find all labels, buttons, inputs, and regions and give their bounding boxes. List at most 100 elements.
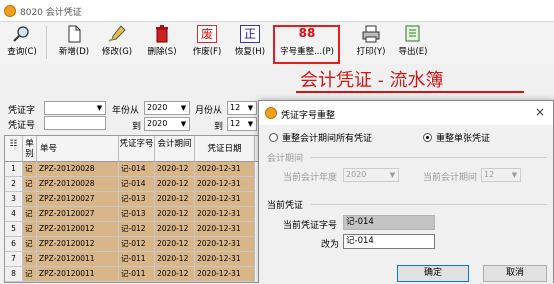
new-document-icon <box>68 25 81 43</box>
table-row[interactable]: 3 记 ZPZ-20120027 记-013 2020-12 2020-12-31 <box>5 192 265 207</box>
table-cell-period: 2020-12 <box>155 207 195 222</box>
grid-menu-icon[interactable]: ☷ <box>5 136 23 162</box>
close-icon[interactable]: × <box>535 105 545 119</box>
edit-button[interactable]: 修改(G) <box>96 24 138 62</box>
radio-all-vouchers[interactable]: 重整会计期间所有凭证 <box>269 131 372 144</box>
window-title: 8020 会计凭证 <box>20 8 82 18</box>
chevron-down-icon: ▼ <box>180 104 187 112</box>
table-cell-word: 记-014 <box>119 177 155 192</box>
table-cell-date: 2020-12-31 <box>195 222 255 237</box>
table-cell-date: 2020-12-31 <box>195 267 255 282</box>
table-row[interactable]: 8 记 ZPZ-20120011 记-011 2020-12 2020-12-31 <box>5 267 265 282</box>
month-from-label: 月份从 <box>195 106 223 116</box>
delete-button[interactable]: 删除(S) <box>141 24 183 62</box>
current-period-label: 当前会计期间 <box>423 173 478 183</box>
table-cell-doc: ZPZ-20120012 <box>37 237 119 252</box>
edit-brush-icon <box>108 25 126 42</box>
table-header: ☷ 单别 单号 凭证字号 会计期间 凭证日期 <box>5 136 265 162</box>
voucher-word-select[interactable]: ▼ <box>44 101 106 115</box>
table-cell-period: 2020-12 <box>155 237 195 252</box>
table-cell-no: 7 <box>5 252 23 267</box>
table-cell-date: 2020-12-31 <box>195 207 255 222</box>
chevron-down-icon: ▼ <box>247 120 254 128</box>
month-to-label: 到 <box>214 122 224 132</box>
table-row[interactable]: 4 记 ZPZ-20120027 记-013 2020-12 2020-12-31 <box>5 207 265 222</box>
current-year-label: 当前会计年度 <box>283 173 338 183</box>
chevron-down-icon: ▼ <box>96 104 103 112</box>
column-header[interactable]: 单号 <box>37 136 119 162</box>
voucher-table: ☷ 单别 单号 凭证字号 会计期间 凭证日期 1 记 ZPZ-20120028 记-0… <box>4 135 266 283</box>
current-period-select[interactable]: 12 ▼ <box>481 168 521 182</box>
renumber-highlight <box>273 25 340 64</box>
cancel-button[interactable]: 取消 <box>483 265 547 282</box>
table-cell-kind: 记 <box>23 252 37 267</box>
column-header[interactable]: 凭证字号 <box>119 136 155 162</box>
ok-button[interactable]: 确定 <box>397 265 469 282</box>
export-button[interactable]: 导出(E) <box>393 24 433 62</box>
table-cell-date: 2020-12-31 <box>195 192 255 207</box>
table-cell-no: 2 <box>5 177 23 192</box>
column-header[interactable]: 会计期间 <box>155 136 195 162</box>
table-cell-word: 记-012 <box>119 222 155 237</box>
print-button[interactable]: 打印(Y) <box>351 24 391 62</box>
year-to-label: 到 <box>132 122 142 132</box>
table-cell-kind: 记 <box>23 237 37 252</box>
table-cell-period: 2020-12 <box>155 267 195 282</box>
dialog-title: 凭证字号重整 <box>281 111 336 121</box>
table-cell-doc: ZPZ-20120028 <box>37 162 119 177</box>
group-divider <box>311 204 547 205</box>
query-button[interactable]: 查询(C) <box>2 24 42 62</box>
table-row[interactable]: 2 记 ZPZ-20120028 记-014 2020-12 2020-12-31 <box>5 177 265 192</box>
table-cell-period: 2020-12 <box>155 222 195 237</box>
table-cell-no: 6 <box>5 237 23 252</box>
table-cell-period: 2020-12 <box>155 252 195 267</box>
table-cell-no: 4 <box>5 207 23 222</box>
table-cell-no: 1 <box>5 162 23 177</box>
current-word-label: 当前凭证字号 <box>283 221 338 231</box>
export-icon <box>405 25 420 42</box>
column-header[interactable]: 单别 <box>23 136 37 162</box>
restore-button[interactable]: 正 恢复(H) <box>229 24 271 62</box>
voucher-group-label: 当前凭证 <box>267 201 304 211</box>
new-button[interactable]: 新增(D) <box>54 24 94 62</box>
voucher-no-input[interactable] <box>44 116 106 130</box>
change-to-input[interactable]: 记-014 <box>343 234 435 249</box>
page-title: 会计凭证 - 流水簿 <box>300 70 444 91</box>
restore-icon: 正 <box>240 25 260 43</box>
change-to-label: 改为 <box>321 240 340 250</box>
table-cell-date: 2020-12-31 <box>195 252 255 267</box>
month-to-select[interactable]: 12 ▼ <box>227 117 257 131</box>
group-divider <box>311 157 547 158</box>
void-button[interactable]: 废 作废(F) <box>186 24 228 62</box>
renumber-dialog: 凭证字号重整 × 重整会计期间所有凭证 重整单张凭证 会计期间 当前会计年度 2… <box>258 100 554 284</box>
year-to-select[interactable]: 2020 ▼ <box>144 117 190 131</box>
table-cell-doc: ZPZ-20120028 <box>37 177 119 192</box>
table-cell-doc: ZPZ-20120027 <box>37 192 119 207</box>
table-row[interactable]: 1 记 ZPZ-20120028 记-014 2020-12 2020-12-31 <box>5 162 265 177</box>
title-underline <box>296 91 524 93</box>
table-cell-period: 2020-12 <box>155 177 195 192</box>
voucher-word-label: 凭证字 <box>8 106 36 116</box>
current-year-select[interactable]: 2020 ▼ <box>343 168 399 182</box>
table-cell-kind: 记 <box>23 267 37 282</box>
chevron-down-icon: ▼ <box>511 171 518 179</box>
radio-single-voucher[interactable]: 重整单张凭证 <box>423 131 490 144</box>
month-from-select[interactable]: 12 ▼ <box>227 101 257 115</box>
year-from-select[interactable]: 2020 ▼ <box>144 101 190 115</box>
table-cell-no: 3 <box>5 192 23 207</box>
table-cell-kind: 记 <box>23 207 37 222</box>
table-cell-date: 2020-12-31 <box>195 237 255 252</box>
radio-dot <box>269 133 278 142</box>
table-row[interactable]: 5 记 ZPZ-20120012 记-012 2020-12 2020-12-31 <box>5 222 265 237</box>
printer-icon <box>362 25 380 43</box>
table-cell-doc: ZPZ-20120011 <box>37 267 119 282</box>
table-row[interactable]: 6 记 ZPZ-20120012 记-012 2020-12 2020-12-31 <box>5 237 265 252</box>
table-row[interactable]: 7 记 ZPZ-20120011 记-011 2020-12 2020-12-31 <box>5 252 265 267</box>
void-icon: 废 <box>197 25 217 43</box>
table-cell-kind: 记 <box>23 192 37 207</box>
chevron-down-icon: ▼ <box>389 171 396 179</box>
app-icon <box>4 5 16 17</box>
column-header[interactable]: 凭证日期 <box>195 136 255 162</box>
chevron-down-icon: ▼ <box>247 104 254 112</box>
trash-icon <box>156 25 168 43</box>
